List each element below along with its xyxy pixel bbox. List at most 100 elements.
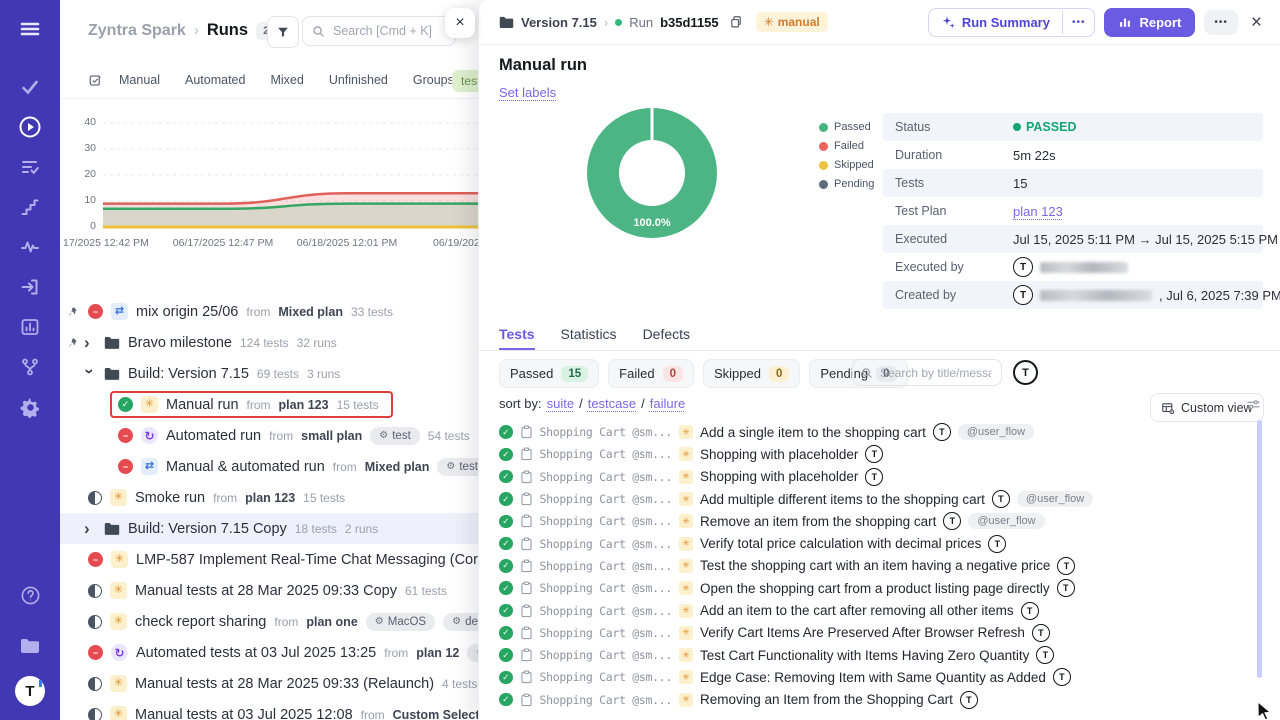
donut-legend: PassedFailedSkippedPending: [819, 121, 874, 190]
status-in-progress-icon: [88, 615, 102, 629]
run-tree-row[interactable]: ›Build: Version 7.15 Copy18 tests2 runs: [60, 513, 478, 544]
tests-search-input[interactable]: [878, 365, 993, 381]
sidebar-item-settings[interactable]: [13, 390, 47, 424]
sort-link-failure[interactable]: failure: [650, 396, 685, 411]
more-actions-button[interactable]: •••: [1204, 10, 1238, 35]
run-tree-row[interactable]: −↻Automated tests at 03 Jul 2025 13:25fr…: [60, 637, 478, 668]
sort-link-testcase[interactable]: testcase: [588, 396, 636, 411]
assignee-avatar: T: [992, 490, 1010, 508]
run-tree-row[interactable]: ✳Smoke runfromplan 12315 tests: [60, 482, 478, 513]
run-meta: 18 tests: [295, 522, 337, 536]
run-tree-row[interactable]: ✳Manual tests at 28 Mar 2025 09:33 Copy6…: [60, 575, 478, 606]
y-tick-label: 20: [60, 168, 96, 180]
copy-icon[interactable]: [729, 15, 743, 29]
sidebar-item-reports[interactable]: [13, 310, 47, 344]
run-tree-row[interactable]: ✳check report sharingfromplan one⚙MacOS⚙…: [60, 606, 478, 637]
chevron-right-icon[interactable]: ›: [84, 334, 96, 351]
sidebar-item-tests[interactable]: [13, 70, 47, 104]
test-row[interactable]: ✓Shopping Cart @sm...✳Test the shopping …: [479, 555, 1280, 577]
test-row[interactable]: ✓Shopping Cart @sm...✳Open the shopping …: [479, 577, 1280, 599]
sidebar-item-testcases[interactable]: [13, 150, 47, 184]
set-labels-link[interactable]: Set labels: [499, 85, 556, 100]
sidebar-item-projects[interactable]: [13, 628, 47, 662]
filter-failed[interactable]: Failed0: [608, 359, 694, 388]
test-row[interactable]: ✓Shopping Cart @sm...✳Verify Cart Items …: [479, 622, 1280, 644]
funnel-icon: [276, 25, 290, 39]
tests-filter-chip[interactable]: tests: [452, 70, 478, 92]
test-row[interactable]: ✓Shopping Cart @sm...✳Remove an item fro…: [479, 510, 1280, 532]
report-button[interactable]: Report: [1104, 8, 1195, 37]
tab-defects[interactable]: Defects: [643, 326, 690, 350]
panel-close-button[interactable]: ×: [445, 8, 475, 38]
filter-skipped[interactable]: Skipped0: [703, 359, 800, 388]
breadcrumb-folder[interactable]: Version 7.15: [521, 15, 597, 30]
tab-statistics[interactable]: Statistics: [561, 326, 617, 350]
sidebar-item-runs[interactable]: [13, 110, 47, 144]
run-tree-row[interactable]: ›Build: Version 7.1569 tests3 runs: [60, 358, 478, 389]
run-tree-row[interactable]: −↻Automated runfromsmall plan⚙test54 tes…: [60, 420, 478, 451]
run-tree-row[interactable]: −⇄mix origin 25/06fromMixed plan33 tests: [60, 296, 478, 327]
test-row[interactable]: ✓Shopping Cart @sm...✳Add multiple diffe…: [479, 488, 1280, 510]
run-summary-button[interactable]: Run Summary: [929, 9, 1062, 36]
tab-tests[interactable]: Tests: [499, 326, 535, 350]
user-avatar[interactable]: T: [15, 676, 45, 706]
test-passed-icon: ✓: [499, 604, 513, 618]
page-title: Runs: [207, 21, 248, 40]
test-row[interactable]: ✓Shopping Cart @sm...✳Verify total price…: [479, 532, 1280, 554]
view-settings-icon[interactable]: [1246, 398, 1261, 416]
filter-button[interactable]: [267, 16, 299, 48]
assignee-avatar: T: [865, 445, 883, 463]
run-tab-manual[interactable]: Manual: [119, 73, 160, 87]
tests-scrollbar[interactable]: [1257, 420, 1262, 678]
run-tree-row[interactable]: ✳Manual tests at 28 Mar 2025 09:33 (Rela…: [60, 668, 478, 699]
folder-icon: [104, 367, 120, 381]
help-icon: [20, 585, 41, 606]
manual-run-icon: ✳: [110, 489, 127, 506]
run-tree-row[interactable]: −✳LMP-587 Implement Real-Time Chat Messa…: [60, 544, 478, 575]
run-tree-row[interactable]: ✓✳Manual runfromplan 12315 tests: [60, 389, 478, 420]
x-tick-label: 06/17/2025 12:47 PM: [173, 237, 273, 249]
run-meta: 69 tests: [257, 367, 299, 381]
run-summary-more-button[interactable]: •••: [1062, 11, 1095, 34]
info-row: Tests15: [883, 169, 1263, 197]
test-row[interactable]: ✓Shopping Cart @sm...✳Add an item to the…: [479, 599, 1280, 621]
sort-link-suite[interactable]: suite: [547, 396, 574, 411]
test-row[interactable]: ✓Shopping Cart @sm...✳Shopping with plac…: [479, 443, 1280, 465]
select-runs-icon[interactable]: [88, 73, 103, 88]
run-title: Manual tests at 28 Mar 2025 09:33 (Relau…: [135, 676, 434, 692]
testcase-icon: [520, 514, 533, 528]
report-chart-icon: [1118, 15, 1132, 29]
run-tab-groups[interactable]: Groups: [413, 73, 454, 87]
legend-dot: [819, 123, 828, 132]
filter-passed[interactable]: Passed15: [499, 359, 599, 388]
run-tree-row[interactable]: ✳Manual tests at 03 Jul 2025 12:08fromCu…: [60, 699, 478, 720]
run-tree-row[interactable]: ›Bravo milestone124 tests32 runs: [60, 327, 478, 358]
sidebar-item-milestones[interactable]: [13, 190, 47, 224]
test-plan-link[interactable]: plan 123: [1013, 204, 1063, 219]
manual-run-icon: ✳: [679, 447, 693, 461]
sidebar-item-inbox[interactable]: [13, 270, 47, 304]
test-row[interactable]: ✓Shopping Cart @sm...✳Shopping with plac…: [479, 466, 1280, 488]
sidebar-item-activity[interactable]: [13, 230, 47, 264]
run-tab-mixed[interactable]: Mixed: [270, 73, 303, 87]
test-row[interactable]: ✓Shopping Cart @sm...✳Test Cart Function…: [479, 644, 1280, 666]
run-meta: 4 tests: [442, 677, 477, 691]
search-input[interactable]: [331, 23, 446, 39]
sidebar-item-menu[interactable]: [13, 12, 47, 46]
chevron-down-icon[interactable]: ›: [82, 369, 99, 381]
test-row[interactable]: ✓Shopping Cart @sm...✳Removing an Item f…: [479, 689, 1280, 711]
assignee-avatar[interactable]: T: [1013, 360, 1038, 385]
sidebar-item-integrations[interactable]: [13, 350, 47, 384]
test-row[interactable]: ✓Shopping Cart @sm...✳Add a single item …: [479, 421, 1280, 443]
chevron-right-icon[interactable]: ›: [84, 520, 96, 537]
x-tick-label: 17/2025 12:42 PM: [63, 237, 149, 249]
sidebar-item-help[interactable]: [13, 578, 47, 612]
test-row[interactable]: ✓Shopping Cart @sm...✳Edge Case: Removin…: [479, 666, 1280, 688]
status-in-progress-icon: [88, 677, 102, 691]
project-name[interactable]: Zyntra Spark: [88, 22, 186, 40]
run-tree-row[interactable]: −⇄Manual & automated runfromMixed plan⚙t…: [60, 451, 478, 482]
run-tab-automated[interactable]: Automated: [185, 73, 245, 87]
legend-item: Passed: [819, 121, 874, 133]
close-drawer-icon[interactable]: ×: [1247, 13, 1266, 32]
run-tab-unfinished[interactable]: Unfinished: [329, 73, 388, 87]
